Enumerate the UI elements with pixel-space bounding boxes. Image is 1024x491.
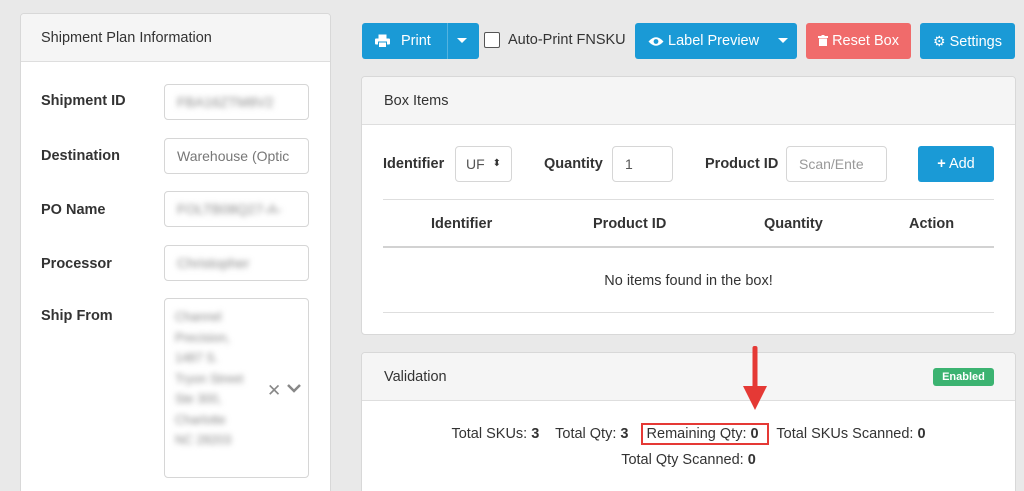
ship-from-address: Channel Precision, 1487 S. Tryon Street … xyxy=(175,307,243,451)
ship-from-line-6: Charlotte xyxy=(175,412,226,427)
box-items-panel: Box Items xyxy=(361,76,1016,335)
printer-icon xyxy=(375,34,390,48)
processor-value: Christopher xyxy=(177,255,250,271)
label-preview-label: Label Preview xyxy=(668,33,760,49)
po-name-field[interactable]: FOLTB08Q27-A- xyxy=(164,191,309,227)
shipment-id-field[interactable]: FBA16ZTM8V2 xyxy=(164,84,309,120)
po-name-label: PO Name xyxy=(41,202,106,218)
gear-icon: ⚙ xyxy=(933,33,946,49)
validation-header: Validation xyxy=(362,353,1015,401)
settings-label: Settings xyxy=(949,34,1002,50)
print-button[interactable]: Print xyxy=(362,23,479,59)
label-preview-dropdown-icon[interactable] xyxy=(778,38,788,43)
qty-scanned-value: 0 xyxy=(747,452,756,468)
total-skus-label: Total SKUs: xyxy=(451,426,528,442)
column-header-action: Action xyxy=(909,216,955,232)
column-header-identifier: Identifier xyxy=(431,216,493,232)
ship-from-line-3: 1487 S. xyxy=(175,351,219,365)
quantity-input[interactable]: 1 xyxy=(612,146,673,182)
add-button[interactable]: + Add xyxy=(918,146,994,182)
items-table-top-border xyxy=(383,199,994,200)
sort-arrows-icon: ⬍ xyxy=(492,158,501,169)
column-header-quantity: Quantity xyxy=(764,216,823,232)
plus-icon: + xyxy=(937,156,946,172)
identifier-label: Identifier xyxy=(383,156,445,172)
column-header-product-id: Product ID xyxy=(593,216,667,232)
ship-from-line-7: NC 28203 xyxy=(175,433,232,447)
trash-icon xyxy=(818,35,829,46)
destination-label: Destination xyxy=(41,148,120,164)
print-label: Print xyxy=(401,33,431,49)
print-dropdown-icon[interactable] xyxy=(457,38,467,43)
auto-print-checkbox[interactable] xyxy=(484,32,500,48)
shipment-plan-header: Shipment Plan Information xyxy=(21,14,330,62)
ship-from-line-5: Ste 300, xyxy=(175,392,222,406)
enabled-badge: Enabled xyxy=(933,368,994,386)
print-dropdown-divider xyxy=(447,23,448,59)
destination-field[interactable]: Warehouse (Optic xyxy=(164,138,309,174)
product-id-label: Product ID xyxy=(705,156,779,172)
label-preview-button[interactable]: Label Preview xyxy=(635,23,797,59)
reset-box-label: Reset Box xyxy=(832,33,899,49)
items-table-bottom-border xyxy=(383,312,994,313)
identifier-select[interactable]: UF ⬍ xyxy=(455,146,512,182)
auto-print-label[interactable]: Auto-Print FNSKU xyxy=(508,32,626,48)
remaining-qty-highlight: Remaining Qty: 0 xyxy=(640,423,769,445)
identifier-select-value: UF xyxy=(466,156,485,172)
skus-scanned-value: 0 xyxy=(917,426,926,442)
reset-box-button[interactable]: Reset Box xyxy=(806,23,911,59)
processor-label: Processor xyxy=(41,256,112,272)
settings-button[interactable]: ⚙ Settings xyxy=(920,23,1015,59)
ship-from-line-4: Tryon Street xyxy=(175,371,244,386)
validation-stats-row-2: Total Qty Scanned: 0 xyxy=(362,452,1015,468)
skus-scanned-label: Total SKUs Scanned: xyxy=(776,426,914,442)
eye-icon xyxy=(648,37,664,46)
product-id-input[interactable]: Scan/Ente xyxy=(786,146,887,182)
ship-from-label: Ship From xyxy=(41,308,113,324)
clear-icon[interactable]: ✕ xyxy=(267,381,281,401)
remaining-qty-value: 0 xyxy=(750,426,759,442)
validation-panel: Validation xyxy=(361,352,1016,491)
po-name-value: FOLTB08Q27-A- xyxy=(177,201,282,217)
validation-stats-row-1: Total SKUs: 3 Total Qty: 3 Remaining Qty… xyxy=(362,423,1015,445)
shipment-id-value: FBA16ZTM8V2 xyxy=(177,94,274,110)
shipment-id-label: Shipment ID xyxy=(41,93,126,109)
remaining-qty-label: Remaining Qty: xyxy=(646,426,747,442)
ship-from-line-2: Precision, xyxy=(175,330,230,345)
chevron-down-icon[interactable] xyxy=(287,383,301,393)
empty-box-message: No items found in the box! xyxy=(604,273,773,289)
box-items-header: Box Items xyxy=(362,77,1015,125)
total-skus-value: 3 xyxy=(531,426,540,442)
qty-scanned-label: Total Qty Scanned: xyxy=(621,452,744,468)
items-table-header-border xyxy=(383,246,994,248)
annotation-arrow-icon xyxy=(743,346,767,410)
ship-from-select[interactable]: Channel Precision, 1487 S. Tryon Street … xyxy=(164,298,309,478)
quantity-label: Quantity xyxy=(544,156,603,172)
total-qty-label: Total Qty: xyxy=(555,426,617,442)
add-label: Add xyxy=(948,156,975,172)
processor-field[interactable]: Christopher xyxy=(164,245,309,281)
ship-from-line-1: Channel xyxy=(175,310,222,324)
total-qty-value: 3 xyxy=(620,426,629,442)
